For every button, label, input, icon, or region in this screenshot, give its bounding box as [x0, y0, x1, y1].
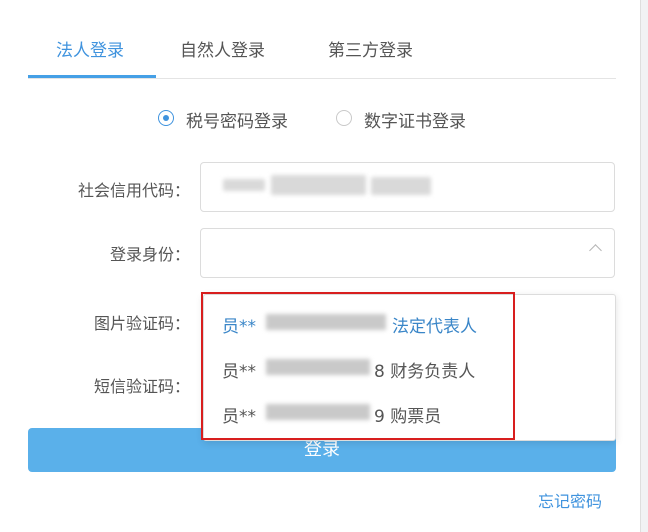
forgot-password-link[interactable]: 忘记密码	[538, 488, 602, 512]
redacted-text	[266, 314, 386, 330]
credit-code-input[interactable]	[200, 162, 615, 212]
redacted-text	[371, 177, 431, 195]
login-tabs: 法人登录 自然人登录 第三方登录	[28, 22, 616, 79]
radio-tax-password[interactable]	[158, 110, 174, 126]
redacted-text	[223, 179, 265, 191]
sms-label: 短信验证码：	[93, 377, 190, 396]
radio-digital-cert[interactable]	[336, 110, 352, 126]
captcha-label: 图片验证码：	[93, 314, 190, 333]
redacted-text	[271, 175, 366, 195]
chevron-up-icon	[589, 244, 602, 257]
option-prefix: 员**	[222, 407, 256, 427]
credit-code-label: 社会信用代码：	[77, 181, 190, 200]
redacted-text	[266, 359, 370, 375]
radio-tax-password-label[interactable]: 税号密码登录	[186, 107, 288, 132]
login-panel: 法人登录 自然人登录 第三方登录 税号密码登录 数字证书登录 社会信用代码： 登…	[0, 0, 641, 532]
radio-digital-cert-label[interactable]: 数字证书登录	[364, 107, 466, 132]
identity-option-finance[interactable]: 员** 8 财务负责人	[222, 353, 602, 382]
tab-natural-person[interactable]: 自然人登录	[180, 36, 265, 61]
option-prefix: 员**	[222, 362, 256, 382]
identity-option-legal-rep[interactable]: 员** 法定代表人	[222, 308, 602, 337]
option-role: 9 购票员	[374, 407, 442, 427]
identity-option-ticket-buyer[interactable]: 员** 9 购票员	[222, 398, 602, 427]
option-prefix: 员**	[222, 317, 256, 337]
redacted-text	[266, 404, 370, 420]
identity-dropdown: 员** 法定代表人 员** 8 财务负责人 员** 9 购票员	[203, 294, 616, 441]
option-role: 法定代表人	[392, 317, 477, 337]
tab-legal-person[interactable]: 法人登录	[56, 36, 124, 61]
tab-third-party[interactable]: 第三方登录	[328, 36, 413, 61]
active-tab-indicator	[28, 75, 156, 78]
identity-select[interactable]	[200, 228, 615, 278]
identity-label: 登录身份：	[109, 245, 190, 264]
option-role: 8 财务负责人	[374, 362, 476, 382]
